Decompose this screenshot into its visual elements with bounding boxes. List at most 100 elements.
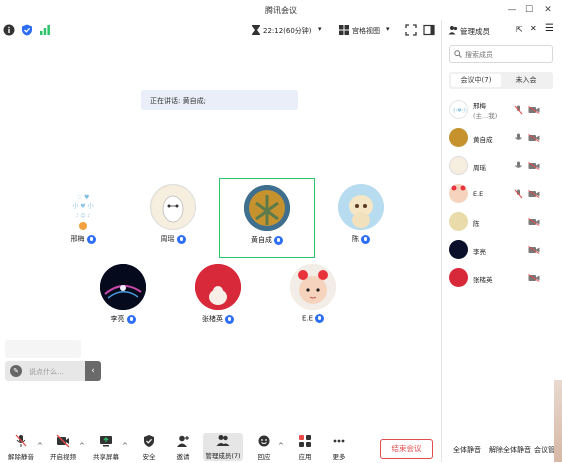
member-name: 张楮英: [473, 276, 493, 284]
share-options-icon[interactable]: ^: [122, 442, 128, 450]
search-input[interactable]: [465, 49, 549, 60]
participant-tile-active-speaker[interactable]: 黄自成: [219, 178, 315, 258]
more-dots-icon: [333, 439, 345, 443]
member-row[interactable]: 小♥小 邢梅 (主...我): [442, 96, 562, 124]
minimize-button[interactable]: —: [505, 3, 519, 17]
window-title: 腾讯会议: [265, 6, 297, 15]
participant-tile[interactable]: E.E: [265, 262, 361, 342]
camera-off-icon[interactable]: [528, 246, 540, 254]
end-meeting-button[interactable]: 结束会议: [380, 439, 433, 459]
unmute-all-button[interactable]: 解除全体静音: [489, 445, 531, 463]
member-name: 黄自成: [473, 136, 493, 144]
participant-tile[interactable]: 李亮: [75, 262, 171, 342]
participant-tile[interactable]: ♡ ♥ 小 ♥ 小 ♪ ☺ ♪ 邢梅: [35, 182, 131, 262]
tab-in-meeting[interactable]: 会议中(7): [451, 74, 501, 87]
hourglass-icon: [252, 25, 260, 35]
mic-icon[interactable]: [514, 133, 523, 143]
manage-members-button[interactable]: 管理成员(7): [203, 433, 243, 461]
bottom-toolbar: 解除静音 ^ 开启视频 ^ 共享屏幕 ^ 安全 邀请 管理成员(7) 回应 ^ …: [0, 430, 441, 462]
share-screen-icon: [100, 436, 112, 447]
avatar: [100, 264, 146, 310]
more-button[interactable]: 更多: [322, 434, 356, 461]
invite-button[interactable]: 邀请: [166, 434, 200, 461]
react-options-icon[interactable]: ^: [278, 442, 284, 450]
svg-text:小♥小: 小♥小: [452, 107, 466, 114]
panel-close-icon[interactable]: ✕: [530, 24, 537, 33]
mic-icon[interactable]: [514, 161, 523, 171]
participant-tile[interactable]: 周瑶: [125, 182, 221, 262]
member-tabs: 会议中(7) 未入会: [449, 72, 553, 89]
react-button[interactable]: 回应: [247, 434, 281, 461]
avatar: [290, 264, 336, 310]
view-mode-label[interactable]: 宫格视图: [352, 26, 380, 36]
speaking-indicator: 正在讲话: 黄自成;: [141, 90, 298, 110]
grid-view-icon[interactable]: [338, 24, 350, 36]
camera-off-icon[interactable]: [528, 134, 540, 142]
participant-tile[interactable]: 陈: [313, 182, 409, 262]
member-row[interactable]: 陈: [442, 208, 562, 236]
member-name: 陈: [473, 220, 480, 228]
popout-icon[interactable]: ⇱: [516, 25, 523, 34]
member-name: 邢梅: [473, 102, 486, 110]
mic-icon: [315, 314, 325, 323]
timer-dropdown-icon[interactable]: ▾: [318, 25, 322, 33]
sidebar-toggle-icon[interactable]: [423, 24, 435, 36]
panel-menu-icon[interactable]: ☰: [545, 23, 554, 34]
fullscreen-icon[interactable]: [405, 24, 417, 36]
camera-off-icon[interactable]: [528, 274, 540, 282]
security-button[interactable]: 安全: [132, 434, 166, 461]
camera-off-icon[interactable]: [528, 190, 540, 198]
member-row[interactable]: 黄自成: [442, 124, 562, 152]
mic-muted-icon[interactable]: [514, 189, 523, 199]
chat-input-bar[interactable]: ✎ 说点什么... ‹: [5, 361, 101, 381]
start-video-button[interactable]: 开启视频: [46, 434, 80, 461]
mic-icon: [176, 234, 186, 244]
share-screen-button[interactable]: 共享屏幕: [89, 434, 123, 461]
participant-name: 李亮: [75, 314, 171, 324]
members-icon: [216, 435, 230, 446]
camera-off-icon[interactable]: [528, 162, 540, 170]
avatar: ♡ ♥ 小 ♥ 小 ♪ ☺ ♪: [60, 184, 106, 230]
member-row[interactable]: E.E: [442, 180, 562, 208]
emoji-icon: [258, 435, 270, 447]
mute-all-button[interactable]: 全体静音: [453, 445, 481, 463]
view-dropdown-icon[interactable]: ▾: [386, 25, 390, 33]
member-row[interactable]: 张楮英: [442, 264, 562, 292]
chat-collapse-button[interactable]: ‹: [85, 361, 101, 381]
participant-tile[interactable]: 张楮英: [170, 262, 266, 342]
svg-text:♪ ☺ ♪: ♪ ☺ ♪: [76, 212, 91, 219]
avatar: 小♥小: [449, 100, 468, 119]
shield-icon[interactable]: [21, 24, 33, 36]
chat-placeholder: 说点什么...: [29, 368, 64, 376]
apps-button[interactable]: 应用: [288, 434, 322, 461]
close-button[interactable]: ✕: [541, 3, 555, 17]
mute-options-icon[interactable]: ^: [37, 442, 43, 450]
unmute-button[interactable]: 解除静音: [4, 434, 38, 461]
camera-off-icon[interactable]: [528, 218, 540, 226]
mic-icon: [361, 234, 370, 244]
avatar: [449, 240, 468, 259]
participant-name: 周瑶: [125, 234, 221, 244]
background-window-edge: [554, 380, 562, 462]
video-options-icon[interactable]: ^: [79, 442, 85, 450]
mic-off-icon: [15, 434, 27, 447]
avatar: [449, 212, 468, 231]
avatar: [449, 156, 468, 175]
members-panel: 管理成员 ⇱ ✕ ☰ 会议中(7) 未入会 小♥小 邢梅 (主...我) 黄自成…: [441, 20, 562, 462]
mic-icon: [225, 314, 234, 324]
avatar: [244, 185, 290, 231]
tab-not-joined[interactable]: 未入会: [501, 74, 551, 87]
member-search[interactable]: [449, 45, 553, 63]
apps-icon: [299, 435, 311, 447]
avatar: [150, 184, 196, 230]
member-row[interactable]: 李亮: [442, 236, 562, 264]
mic-muted-icon[interactable]: [514, 105, 523, 115]
info-icon[interactable]: [3, 24, 15, 36]
member-row[interactable]: 周瑶: [442, 152, 562, 180]
panel-title: 管理成员: [460, 27, 490, 36]
meeting-settings-button[interactable]: 会议管: [534, 445, 555, 463]
invite-user-icon: [177, 435, 189, 447]
participant-name: E.E: [265, 314, 361, 323]
camera-off-icon[interactable]: [528, 106, 540, 114]
maximize-button[interactable]: ☐: [522, 3, 536, 17]
